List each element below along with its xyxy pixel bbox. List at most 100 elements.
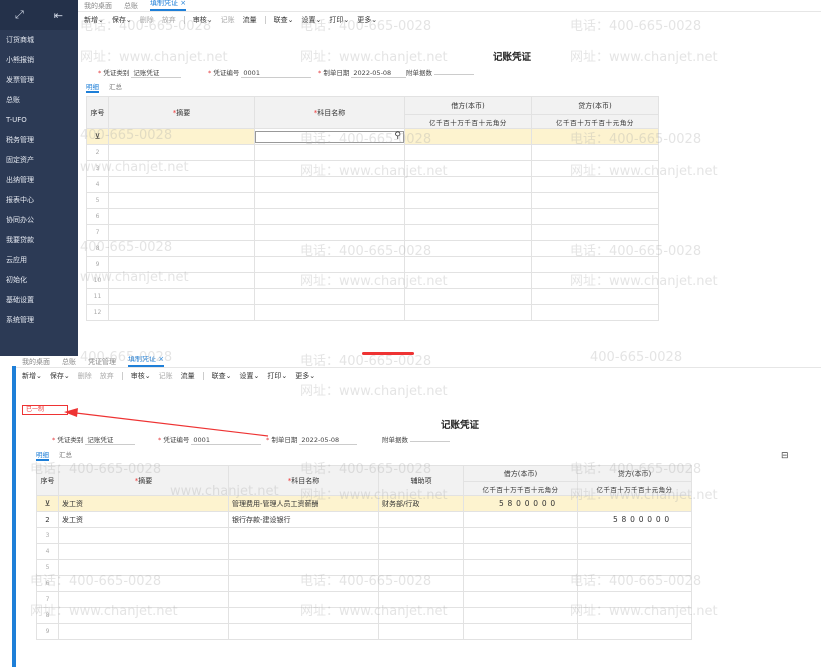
- account-cell[interactable]: [254, 192, 405, 209]
- table-row[interactable]: 12: [86, 304, 659, 321]
- sidebar-item[interactable]: 云应用: [0, 250, 78, 270]
- toolbar-button[interactable]: 更多⌄: [357, 15, 377, 25]
- debit-cell[interactable]: [404, 272, 532, 289]
- debit-cell[interactable]: [404, 128, 532, 145]
- account-cell[interactable]: [254, 272, 405, 289]
- sidebar-item[interactable]: 协同办公: [0, 210, 78, 230]
- debit-cell[interactable]: [404, 160, 532, 177]
- collapse-icon[interactable]: ⇤: [54, 9, 63, 22]
- search-icon[interactable]: ⚲: [394, 131, 401, 141]
- credit-cell[interactable]: [531, 176, 659, 193]
- account-cell[interactable]: [254, 160, 405, 177]
- voucher-no-field[interactable]: * 凭证编号 0001: [208, 67, 312, 78]
- account-cell[interactable]: ⚲: [254, 128, 405, 145]
- table-row[interactable]: 6: [86, 208, 659, 225]
- debit-cell[interactable]: [404, 304, 532, 321]
- debit-cell[interactable]: [404, 144, 532, 161]
- summary-cell[interactable]: [108, 160, 255, 177]
- sidebar-item[interactable]: 总账: [0, 90, 78, 110]
- sidebar-item[interactable]: 订货商城: [0, 30, 78, 50]
- tab-summary[interactable]: 汇总: [109, 81, 122, 93]
- toolbar-button[interactable]: 放弃: [162, 15, 176, 25]
- tab[interactable]: 填制凭证 ×: [150, 0, 187, 11]
- debit-cell[interactable]: [404, 240, 532, 257]
- summary-cell[interactable]: [108, 208, 255, 225]
- credit-cell[interactable]: [531, 256, 659, 273]
- toolbar-button[interactable]: 打印⌄: [329, 15, 349, 25]
- sidebar-item[interactable]: 初始化: [0, 270, 78, 290]
- summary-cell[interactable]: [108, 304, 255, 321]
- account-cell[interactable]: [254, 144, 405, 161]
- debit-cell[interactable]: [404, 192, 532, 209]
- toolbar-button[interactable]: 设置⌄: [302, 15, 322, 25]
- sidebar-item[interactable]: 我要贷款: [0, 230, 78, 250]
- debit-cell[interactable]: [404, 224, 532, 241]
- credit-cell[interactable]: [531, 208, 659, 225]
- toolbar-button[interactable]: 记账: [221, 15, 235, 25]
- date-field[interactable]: * 制单日期 2022-05-08: [318, 67, 407, 78]
- table-row[interactable]: 7: [86, 224, 659, 241]
- toolbar-button[interactable]: 删除: [140, 15, 154, 25]
- toolbar-button[interactable]: 审核⌄: [193, 15, 213, 25]
- account-cell[interactable]: [254, 288, 405, 305]
- toolbar-button[interactable]: 新增⌄: [84, 15, 104, 25]
- account-cell[interactable]: [254, 208, 405, 225]
- account-cell[interactable]: [254, 224, 405, 241]
- account-cell[interactable]: [254, 256, 405, 273]
- account-cell[interactable]: [254, 176, 405, 193]
- summary-cell[interactable]: [108, 176, 255, 193]
- voucher-type-field[interactable]: * 凭证类别 记账凭证: [98, 67, 182, 78]
- credit-cell[interactable]: [531, 160, 659, 177]
- summary-cell[interactable]: [108, 272, 255, 289]
- sidebar-item[interactable]: 小熊报销: [0, 50, 78, 70]
- summary-cell[interactable]: [108, 288, 255, 305]
- expand-icon[interactable]: ⤢: [15, 8, 24, 22]
- table-row[interactable]: 11: [86, 288, 659, 305]
- account-input[interactable]: ⚲: [255, 130, 404, 143]
- debit-cell[interactable]: [404, 208, 532, 225]
- table-row[interactable]: 9: [86, 256, 659, 273]
- summary-cell[interactable]: [108, 144, 255, 161]
- credit-cell[interactable]: [531, 272, 659, 289]
- toolbar-button[interactable]: 保存⌄: [112, 15, 132, 25]
- summary-cell[interactable]: [108, 128, 255, 145]
- tab-detail[interactable]: 明细: [86, 81, 99, 93]
- table-row[interactable]: 10: [86, 272, 659, 289]
- debit-cell[interactable]: [404, 288, 532, 305]
- account-cell[interactable]: [254, 304, 405, 321]
- summary-cell[interactable]: [108, 192, 255, 209]
- sidebar-item[interactable]: 税务管理: [0, 130, 78, 150]
- toolbar-button[interactable]: 联查⌄: [274, 15, 294, 25]
- credit-cell[interactable]: [531, 240, 659, 257]
- tab[interactable]: 总账: [124, 1, 138, 11]
- summary-cell[interactable]: [108, 224, 255, 241]
- table-row[interactable]: 8: [86, 240, 659, 257]
- debit-cell[interactable]: [404, 256, 532, 273]
- sidebar-item[interactable]: 固定资产: [0, 150, 78, 170]
- sidebar-item[interactable]: 基础设置: [0, 290, 78, 310]
- toolbar-button[interactable]: 流量: [243, 15, 257, 25]
- account-cell[interactable]: [254, 240, 405, 257]
- sidebar-item[interactable]: 发票管理: [0, 70, 78, 90]
- attach-field[interactable]: 附单据数: [406, 67, 475, 77]
- sidebar-item[interactable]: 出纳管理: [0, 170, 78, 190]
- table-row[interactable]: 3: [86, 160, 659, 177]
- sidebar-item[interactable]: T-UFO: [0, 110, 78, 130]
- credit-cell[interactable]: [531, 288, 659, 305]
- credit-cell[interactable]: [531, 224, 659, 241]
- sidebar-item[interactable]: 报表中心: [0, 190, 78, 210]
- debit-cell[interactable]: [404, 176, 532, 193]
- summary-cell[interactable]: [108, 240, 255, 257]
- credit-cell[interactable]: [531, 144, 659, 161]
- tab[interactable]: 我的桌面: [84, 1, 112, 11]
- table-row[interactable]: 2: [86, 144, 659, 161]
- table-row[interactable]: 5: [86, 192, 659, 209]
- row-add-icon[interactable]: ⊻: [95, 132, 101, 141]
- credit-cell[interactable]: [531, 192, 659, 209]
- summary-cell[interactable]: [108, 256, 255, 273]
- sidebar-item[interactable]: 系统管理: [0, 310, 78, 330]
- table-row[interactable]: ⊻ ⚲: [86, 128, 659, 145]
- credit-cell[interactable]: [531, 304, 659, 321]
- table-row[interactable]: 4: [86, 176, 659, 193]
- credit-cell[interactable]: [531, 128, 659, 145]
